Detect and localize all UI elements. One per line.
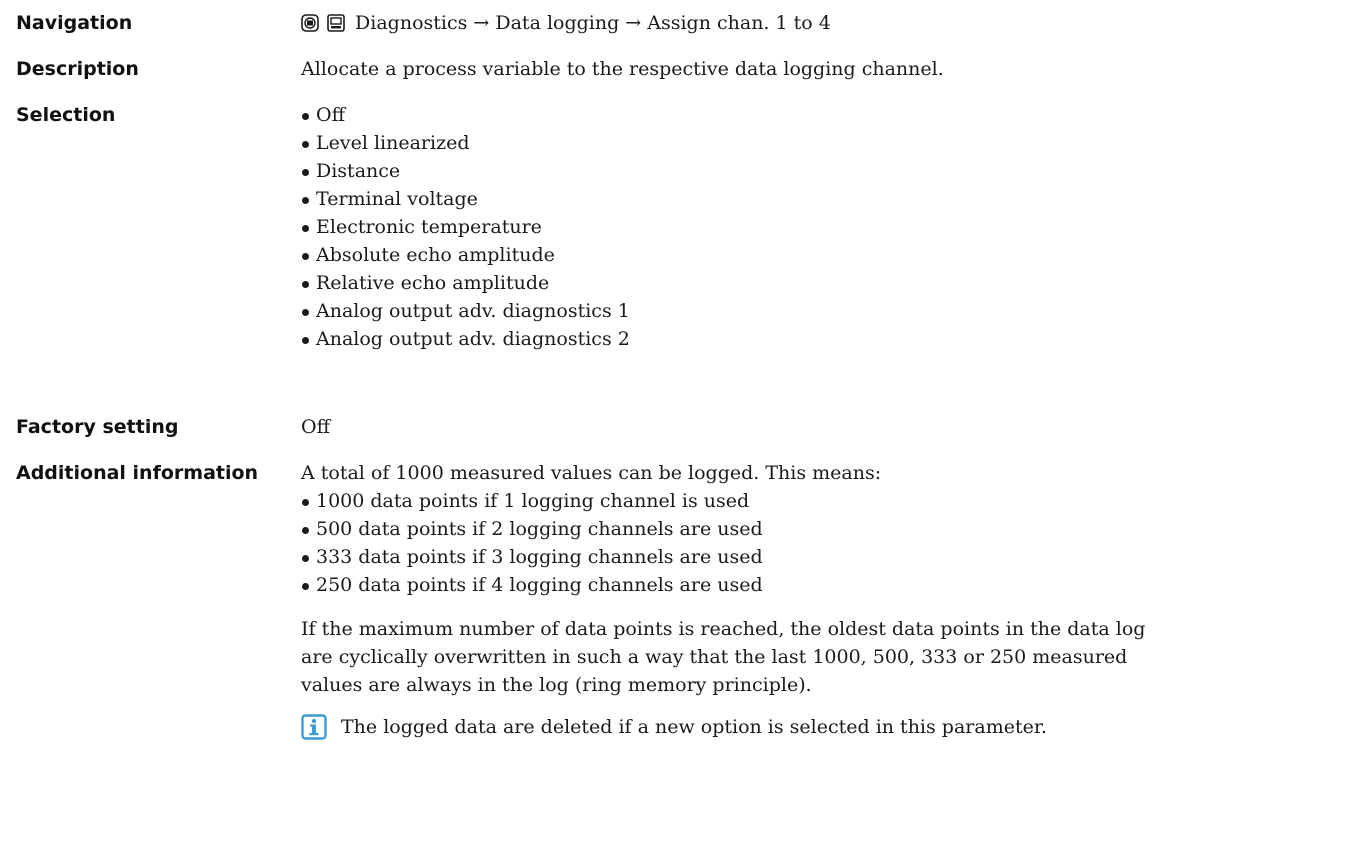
info-icon bbox=[301, 714, 327, 740]
paragraph-line: are cyclically overwritten in such a way… bbox=[301, 646, 1128, 668]
bullet-icon bbox=[302, 169, 309, 176]
list-item: 1000 data points if 1 logging channel is… bbox=[301, 487, 1341, 515]
bullet-icon bbox=[302, 141, 309, 148]
bullet-icon bbox=[302, 225, 309, 232]
list-item: Terminal voltage bbox=[301, 185, 1341, 213]
navigation-label: Navigation bbox=[16, 12, 133, 34]
operating-tool-icon bbox=[301, 14, 319, 32]
description-text: Allocate a process variable to the respe… bbox=[301, 58, 944, 80]
data-points-list: 1000 data points if 1 logging channel is… bbox=[301, 487, 1341, 599]
bullet-icon bbox=[302, 499, 309, 506]
list-item: Absolute echo amplitude bbox=[301, 241, 1341, 269]
bullet-icon bbox=[302, 527, 309, 534]
parameter-description-page: Navigation Diagnostics → Data logging → … bbox=[0, 0, 1358, 861]
ring-memory-paragraph: If the maximum number of data points is … bbox=[301, 615, 1341, 699]
list-item: Analog output adv. diagnostics 1 bbox=[301, 297, 1341, 325]
paragraph-line: values are always in the log (ring memor… bbox=[301, 674, 812, 696]
additional-information-content: A total of 1000 measured values can be l… bbox=[301, 459, 1341, 741]
bullet-icon bbox=[302, 583, 309, 590]
selection-content: Off Level linearized Distance Terminal v… bbox=[301, 101, 1341, 353]
bullet-icon bbox=[302, 197, 309, 204]
list-item: Distance bbox=[301, 157, 1341, 185]
list-item: Electronic temperature bbox=[301, 213, 1341, 241]
bullet-icon bbox=[302, 113, 309, 120]
bullet-icon bbox=[302, 309, 309, 316]
list-item: Analog output adv. diagnostics 2 bbox=[301, 325, 1341, 353]
factory-setting-value: Off bbox=[301, 416, 331, 438]
factory-setting-label: Factory setting bbox=[16, 416, 179, 438]
selection-list: Off Level linearized Distance Terminal v… bbox=[301, 101, 1341, 353]
selection-label: Selection bbox=[16, 104, 116, 126]
additional-information-label: Additional information bbox=[16, 462, 259, 484]
list-item: Relative echo amplitude bbox=[301, 269, 1341, 297]
bullet-icon bbox=[302, 253, 309, 260]
info-note: The logged data are deleted if a new opt… bbox=[301, 713, 1341, 741]
list-item: 250 data points if 4 logging channels ar… bbox=[301, 571, 1341, 599]
description-label: Description bbox=[16, 58, 139, 80]
bullet-icon bbox=[302, 337, 309, 344]
list-item: 333 data points if 3 logging channels ar… bbox=[301, 543, 1341, 571]
bullet-icon bbox=[302, 281, 309, 288]
list-item: Off bbox=[301, 101, 1341, 129]
info-note-text: The logged data are deleted if a new opt… bbox=[341, 716, 1047, 738]
navigation-icons bbox=[301, 9, 345, 37]
paragraph-line: If the maximum number of data points is … bbox=[301, 618, 1146, 640]
navigation-path: Diagnostics → Data logging → Assign chan… bbox=[355, 12, 831, 34]
navigation-content: Diagnostics → Data logging → Assign chan… bbox=[301, 9, 1341, 37]
list-item: Level linearized bbox=[301, 129, 1341, 157]
local-display-icon bbox=[327, 14, 345, 32]
list-item: 500 data points if 2 logging channels ar… bbox=[301, 515, 1341, 543]
additional-information-intro: A total of 1000 measured values can be l… bbox=[301, 462, 882, 484]
bullet-icon bbox=[302, 555, 309, 562]
